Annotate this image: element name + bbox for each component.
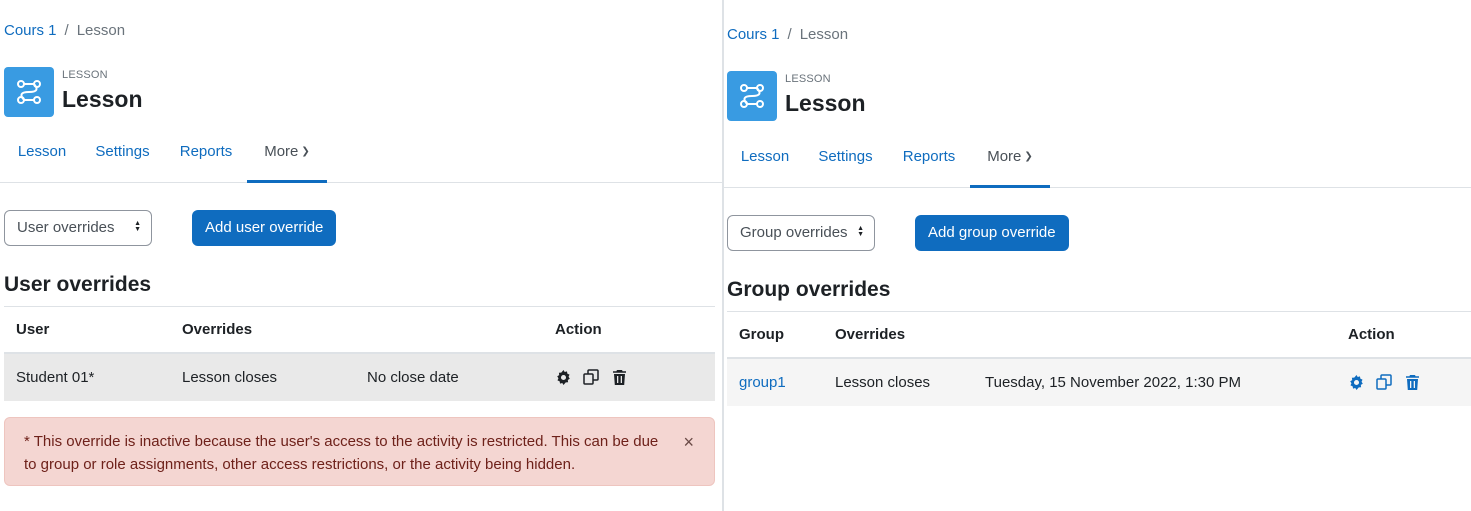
column-header-overrides: Overrides — [835, 326, 906, 343]
column-header-user: User — [16, 321, 50, 338]
breadcrumb: Cours 1 / Lesson — [4, 22, 125, 39]
copy-icon[interactable] — [1376, 373, 1392, 391]
tab-lesson[interactable]: Lesson — [727, 132, 803, 188]
section-title: Group overrides — [727, 278, 891, 301]
table-row: Student 01* Lesson closes No close date — [4, 354, 715, 401]
section-title: User overrides — [4, 273, 152, 296]
breadcrumb-separator: / — [787, 26, 792, 43]
column-header-action: Action — [1348, 326, 1395, 343]
tab-more-label: More — [264, 143, 299, 160]
trash-icon[interactable] — [611, 368, 627, 386]
override-value: No close date — [367, 369, 459, 386]
lesson-flow-icon — [4, 67, 54, 117]
override-setting: Lesson closes — [182, 369, 278, 386]
user-overrides-table: User Overrides Action Student 01* Lesson… — [4, 306, 715, 401]
breadcrumb-course-link[interactable]: Cours 1 — [727, 26, 780, 43]
secondary-navigation: Lesson Settings Reports More ❯ — [0, 127, 723, 183]
secondary-navigation: Lesson Settings Reports More ❯ — [724, 132, 1471, 188]
override-setting: Lesson closes — [835, 374, 931, 391]
module-kind-label: LESSON — [62, 69, 108, 81]
add-user-override-button[interactable]: Add user override — [192, 210, 337, 246]
group-overrides-panel: Cours 1 / Lesson LESSON Lesson Lesson Sett… — [724, 0, 1471, 511]
page-title: Lesson — [785, 90, 866, 116]
tab-more[interactable]: More ❯ — [970, 132, 1050, 188]
alert-message: * This override is inactive because the … — [24, 433, 659, 473]
override-value: Tuesday, 15 November 2022, 1:30 PM — [985, 374, 1241, 391]
tab-reports[interactable]: Reports — [165, 127, 247, 183]
override-type-select[interactable]: Group overrides ▲ ▼ — [727, 215, 875, 251]
group-overrides-table: Group Overrides Action group1 Lesson clo… — [727, 311, 1471, 406]
user-overrides-panel: Cours 1 / Lesson LESSON Lesson Lesson Sett… — [0, 0, 723, 511]
breadcrumb-current: Lesson — [76, 22, 126, 39]
row-actions — [1348, 373, 1420, 391]
table-header: Group Overrides Action — [727, 311, 1471, 359]
table-header: User Overrides Action — [4, 306, 715, 354]
override-type-select-value: User overrides — [17, 219, 115, 236]
close-icon[interactable]: × — [683, 431, 694, 454]
row-actions — [555, 368, 627, 386]
chevron-down-icon: ❯ — [1024, 151, 1033, 162]
chevron-down-icon: ❯ — [301, 146, 310, 157]
override-type-select-value: Group overrides — [740, 224, 848, 241]
breadcrumb-separator: / — [64, 22, 69, 39]
lesson-flow-icon — [727, 71, 777, 121]
page-title: Lesson — [62, 86, 143, 112]
updown-arrows-icon: ▲ ▼ — [857, 225, 864, 238]
tab-more-label: More — [987, 148, 1022, 165]
table-row: group1 Lesson closes Tuesday, 15 Novembe… — [727, 359, 1471, 406]
group-link[interactable]: group1 — [739, 374, 786, 391]
column-header-overrides: Overrides — [182, 321, 253, 338]
column-header-group: Group — [739, 326, 784, 343]
tab-lesson[interactable]: Lesson — [4, 127, 80, 183]
breadcrumb-current: Lesson — [799, 26, 849, 43]
tab-reports[interactable]: Reports — [888, 132, 970, 188]
updown-arrows-icon: ▲ ▼ — [134, 220, 141, 233]
module-kind-label: LESSON — [785, 73, 831, 85]
gear-icon[interactable] — [1348, 373, 1364, 391]
override-group-name: group1 — [739, 374, 786, 391]
gear-icon[interactable] — [555, 368, 571, 386]
tab-more[interactable]: More ❯ — [247, 127, 327, 183]
trash-icon[interactable] — [1404, 373, 1420, 391]
breadcrumb-course-link[interactable]: Cours 1 — [4, 22, 57, 39]
tab-settings[interactable]: Settings — [80, 127, 165, 183]
breadcrumb: Cours 1 / Lesson — [727, 26, 848, 43]
override-user-name: Student 01* — [16, 369, 95, 386]
tab-settings[interactable]: Settings — [803, 132, 888, 188]
column-header-action: Action — [555, 321, 602, 338]
override-type-select[interactable]: User overrides ▲ ▼ — [4, 210, 152, 246]
copy-icon[interactable] — [583, 368, 599, 386]
inactive-override-alert: * This override is inactive because the … — [4, 417, 715, 486]
add-group-override-button[interactable]: Add group override — [915, 215, 1069, 251]
